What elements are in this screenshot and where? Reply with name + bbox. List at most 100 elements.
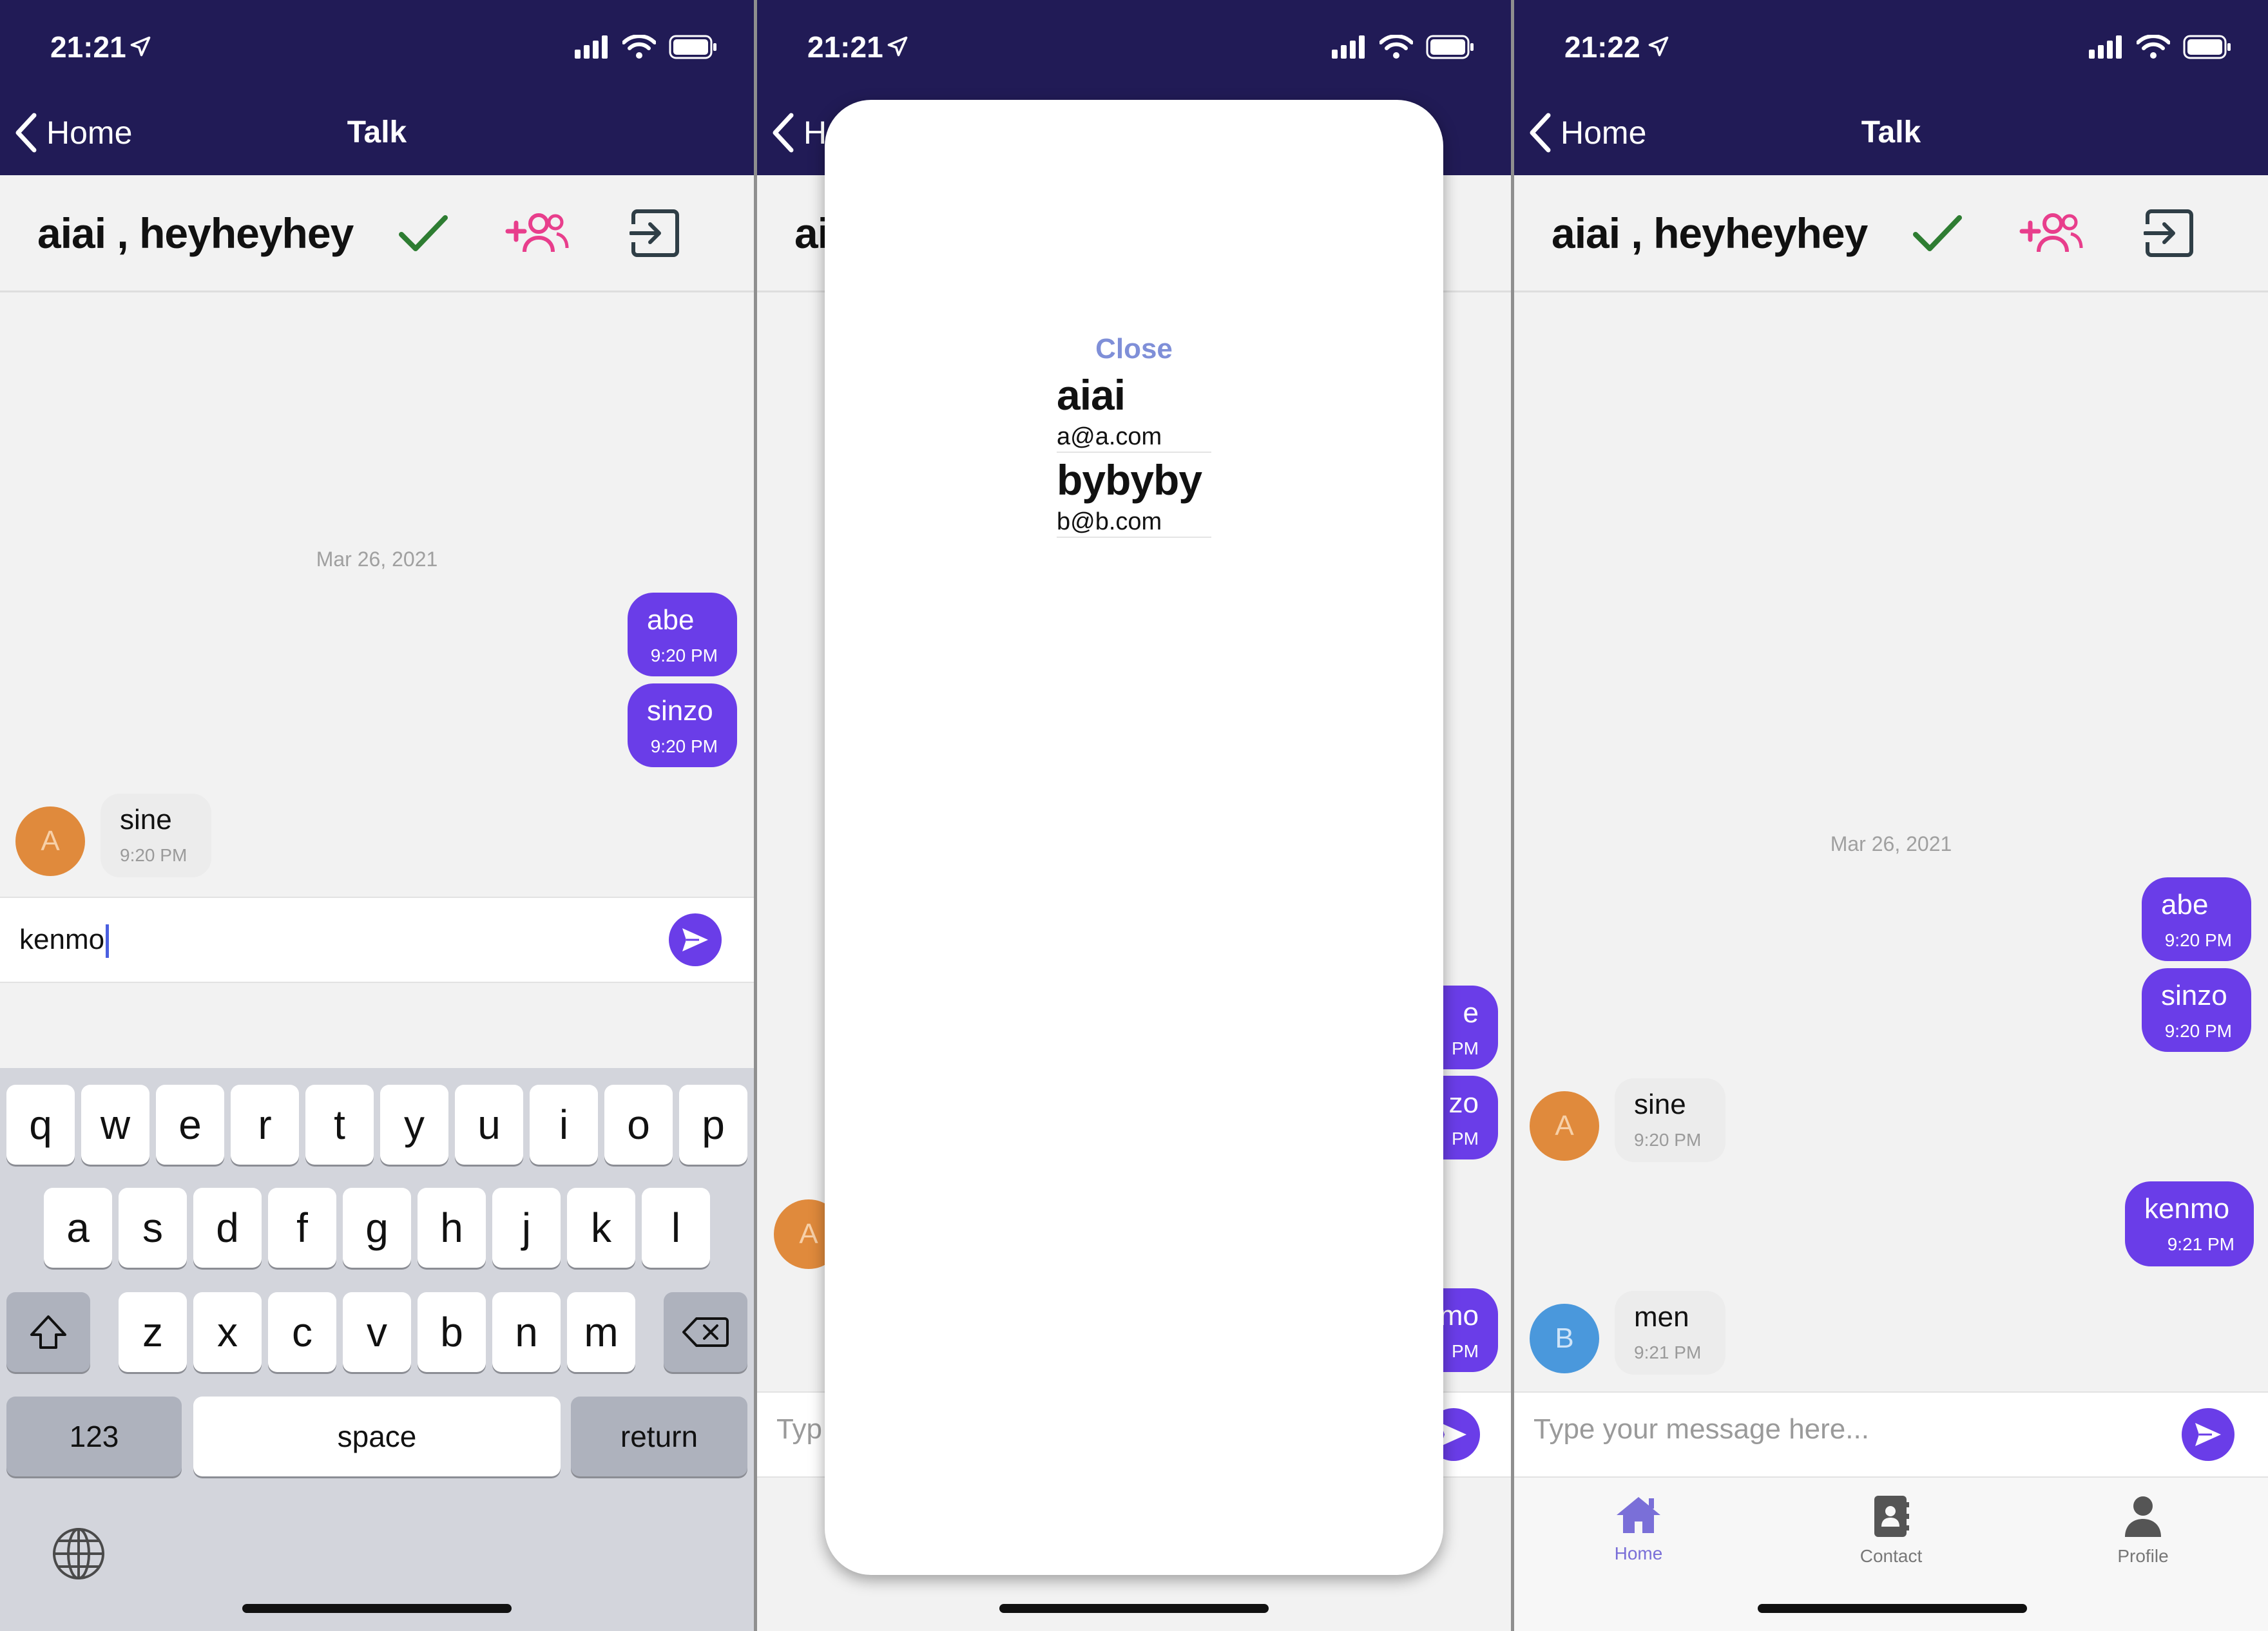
message-bubble-outgoing[interactable]: abe 9:20 PM (2142, 877, 2251, 961)
key-x[interactable]: x (193, 1292, 262, 1372)
key-b[interactable]: b (418, 1292, 486, 1372)
message-time: 9:20 PM (650, 645, 718, 665)
status-time: 21:21 (50, 30, 126, 64)
key-v[interactable]: v (343, 1292, 411, 1372)
message-time: 9:20 PM (2164, 1021, 2232, 1041)
message-time: 9:20 PM (1634, 1130, 1702, 1150)
avatar[interactable]: B (1530, 1304, 1599, 1373)
tab-contact[interactable]: Contact (1827, 1494, 1956, 1567)
send-button[interactable] (669, 913, 722, 966)
back-button-label: H (803, 115, 827, 151)
wifi-icon (622, 35, 656, 59)
close-button[interactable]: Close (825, 333, 1443, 365)
text-caret (106, 924, 110, 959)
status-icons (1332, 35, 1475, 59)
battery-icon (669, 35, 716, 59)
exit-door-icon (629, 209, 679, 257)
key-k[interactable]: k (567, 1188, 635, 1268)
key-m[interactable]: m (567, 1292, 635, 1372)
key-u[interactable]: u (455, 1085, 523, 1165)
message-bubble-incoming[interactable]: men 9:21 PM (1615, 1291, 1725, 1375)
home-indicator (1758, 1604, 2027, 1613)
member-item[interactable]: aiai a@a.com (1057, 370, 1211, 453)
key-z[interactable]: z (119, 1292, 187, 1372)
member-item[interactable]: bybyby b@b.com (1057, 455, 1211, 538)
add-member-button[interactable] (2017, 207, 2088, 259)
key-f[interactable]: f (268, 1188, 336, 1268)
message-input[interactable]: Type your message here... (1533, 1413, 1869, 1445)
message-input[interactable]: Typ (776, 1413, 822, 1445)
cellular-signal-icon (1332, 35, 1365, 59)
nav-title: Talk (1861, 115, 1921, 149)
avatar[interactable]: A (1530, 1091, 1599, 1161)
chat-title: aiai , heyheyhey (1552, 209, 1868, 257)
return-key[interactable]: return (571, 1397, 747, 1476)
key-h[interactable]: h (418, 1188, 486, 1268)
key-q[interactable]: q (6, 1085, 75, 1165)
members-modal: Close aiai a@a.com bybyby b@b.com (825, 100, 1443, 1575)
message-bubble-incoming[interactable]: sine 9:20 PM (1615, 1078, 1725, 1162)
delete-key[interactable] (664, 1292, 747, 1372)
chat-title: aiai , heyheyhey (37, 209, 354, 257)
key-s[interactable]: s (119, 1188, 187, 1268)
key-p[interactable]: p (679, 1085, 747, 1165)
exit-door-icon (2144, 209, 2193, 257)
confirm-button[interactable] (388, 207, 459, 259)
message-time: 9:20 PM (120, 845, 187, 865)
key-y[interactable]: y (380, 1085, 448, 1165)
key-w[interactable]: w (81, 1085, 149, 1165)
message-bubble-outgoing[interactable]: kenmo 9:21 PM (2125, 1181, 2254, 1266)
navigation-bar: 21:21 Home Talk (0, 0, 754, 175)
send-button[interactable] (2182, 1408, 2234, 1461)
message-input[interactable]: kenmo (19, 924, 110, 959)
key-n[interactable]: n (492, 1292, 561, 1372)
message-bubble-outgoing[interactable]: abe 9:20 PM (628, 593, 737, 676)
message-text: kenmo (2144, 1193, 2230, 1225)
space-key[interactable]: space (193, 1397, 561, 1476)
member-email: a@a.com (1057, 423, 1162, 450)
message-bubble-incoming[interactable]: sine 9:20 PM (101, 794, 211, 877)
key-r[interactable]: r (231, 1085, 299, 1165)
key-d[interactable]: d (193, 1188, 262, 1268)
tab-home[interactable]: Home (1574, 1494, 1703, 1564)
key-e[interactable]: e (156, 1085, 224, 1165)
status-time: 21:21 (807, 30, 883, 64)
key-j[interactable]: j (492, 1188, 561, 1268)
key-g[interactable]: g (343, 1188, 411, 1268)
home-indicator (242, 1604, 512, 1613)
back-button[interactable]: H (771, 112, 827, 153)
tab-label: Profile (2117, 1546, 2169, 1566)
leave-chat-button[interactable] (620, 207, 691, 259)
key-i[interactable]: i (530, 1085, 598, 1165)
globe-icon[interactable] (52, 1527, 106, 1581)
message-bubble-outgoing[interactable]: sinzo 9:20 PM (2142, 968, 2251, 1052)
tab-label: Contact (1860, 1546, 1923, 1566)
cellular-signal-icon (575, 35, 608, 59)
confirm-button[interactable] (1902, 207, 1973, 259)
shift-arrow-icon (30, 1315, 66, 1349)
navigation-bar: 21:22 Home Talk (1514, 0, 2268, 175)
key-c[interactable]: c (268, 1292, 336, 1372)
checkmark-icon (399, 215, 448, 251)
key-a[interactable]: a (44, 1188, 112, 1268)
leave-chat-button[interactable] (2134, 207, 2205, 259)
add-member-button[interactable] (503, 207, 573, 259)
key-t[interactable]: t (305, 1085, 374, 1165)
message-text: abe (2161, 889, 2209, 920)
shift-key[interactable] (6, 1292, 90, 1372)
location-arrow-icon (1648, 36, 1669, 57)
send-icon (2195, 1423, 2221, 1446)
message-text: sine (1634, 1089, 1686, 1120)
message-bubble-outgoing[interactable]: sinzo 9:20 PM (628, 683, 737, 767)
send-icon (682, 928, 708, 951)
key-l[interactable]: l (642, 1188, 710, 1268)
keyboard: q w e r t y u i o p a s d f g h j k l z … (0, 1068, 754, 1631)
key-o[interactable]: o (604, 1085, 673, 1165)
message-text: sinzo (647, 695, 713, 727)
member-name: aiai (1057, 371, 1126, 419)
numbers-key[interactable]: 123 (6, 1397, 182, 1476)
tab-profile[interactable]: Profile (2079, 1494, 2207, 1567)
message-text: men (1634, 1301, 1689, 1333)
backspace-icon (682, 1317, 729, 1347)
avatar[interactable]: A (15, 806, 85, 876)
